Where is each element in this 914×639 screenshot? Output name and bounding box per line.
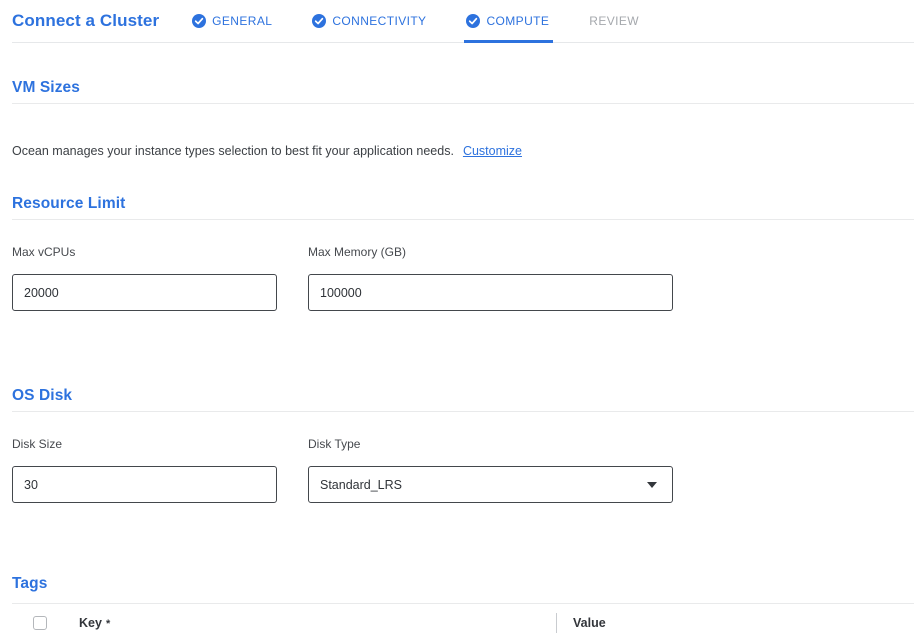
tab-general-label: GENERAL [212,14,272,28]
vm-sizes-heading: VM Sizes [12,79,914,104]
check-circle-icon [312,14,326,28]
tab-general[interactable]: GENERAL [192,0,272,42]
disk-type-label: Disk Type [308,437,360,451]
check-circle-icon [192,14,206,28]
tab-compute-label: COMPUTE [486,14,549,28]
tab-connectivity-label: CONNECTIVITY [332,14,426,28]
tags-table-header: Key * Value [12,604,914,639]
max-memory-input[interactable] [308,274,673,311]
disk-size-label: Disk Size [12,437,308,451]
tab-connectivity[interactable]: CONNECTIVITY [312,0,426,42]
select-all-checkbox[interactable] [33,616,47,630]
key-column-header: Key * [79,616,556,630]
tab-review-label: REVIEW [589,14,639,28]
tab-review[interactable]: REVIEW [589,0,639,42]
disk-type-selected-value: Standard_LRS [320,478,402,492]
disk-type-select[interactable]: Standard_LRS [308,466,673,503]
max-vcpus-label: Max vCPUs [12,245,308,259]
disk-size-input[interactable] [12,466,277,503]
check-circle-icon [466,14,480,28]
max-memory-label: Max Memory (GB) [308,245,406,259]
caret-down-icon [647,482,657,488]
wizard-header: Connect a Cluster GENERAL CONNECTIVITY C… [12,0,914,43]
key-required-marker: * [106,618,110,630]
column-divider [556,613,557,633]
key-column-label: Key [79,616,102,630]
resource-limit-heading: Resource Limit [12,195,914,220]
vm-sizes-description: Ocean manages your instance types select… [12,144,914,158]
max-vcpus-input[interactable] [12,274,277,311]
value-column-header: Value [573,616,606,630]
os-disk-heading: OS Disk [12,387,914,412]
page-title: Connect a Cluster [12,11,159,31]
tab-compute[interactable]: COMPUTE [466,0,549,42]
tags-heading: Tags [12,575,914,604]
vm-sizes-description-text: Ocean manages your instance types select… [12,144,454,158]
customize-link[interactable]: Customize [463,144,522,158]
